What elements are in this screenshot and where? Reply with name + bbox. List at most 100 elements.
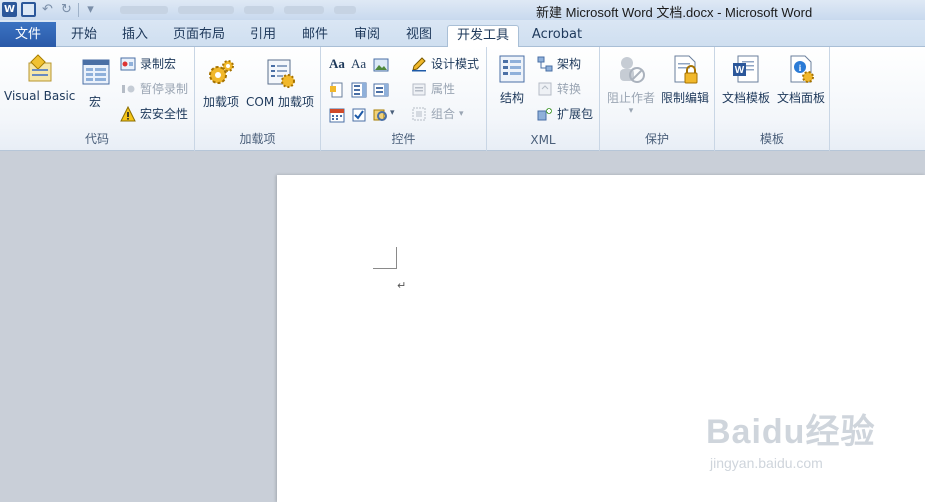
title-bar: W ↶ ↻ ▾ 新建 Microsoft Word 文档.docx - Micr… xyxy=(0,0,925,20)
tab-file[interactable]: 文件 xyxy=(0,22,56,47)
paragraph-mark: ↵ xyxy=(397,279,407,292)
schema-button[interactable]: 架构 xyxy=(537,55,581,72)
warning-icon xyxy=(120,105,136,121)
quick-access-toolbar: W ↶ ↻ ▾ xyxy=(2,2,98,17)
group-controls-button[interactable]: 组合 ▾ xyxy=(411,105,464,122)
date-picker-control-icon[interactable] xyxy=(329,107,345,123)
record-macro-icon xyxy=(120,57,136,70)
block-authors-button[interactable]: 阻止作者 ▾ xyxy=(606,53,656,116)
addins-label: 加载项 xyxy=(202,95,239,109)
group-code-label: 代码 xyxy=(84,132,109,146)
dropdown-list-control-icon[interactable] xyxy=(373,82,389,98)
combo-box-control-icon[interactable] xyxy=(351,82,367,98)
group-dropdown-icon: ▾ xyxy=(459,108,464,119)
block-authors-dropdown-icon: ▾ xyxy=(628,106,634,116)
expansion-packs-icon xyxy=(537,107,552,120)
group-protect: 阻止作者 ▾ 限制编辑 保护 xyxy=(600,47,715,151)
structure-label: 结构 xyxy=(499,91,524,105)
macros-icon xyxy=(82,59,110,85)
visual-basic-icon xyxy=(28,54,52,82)
restrict-editing-label: 限制编辑 xyxy=(660,91,709,105)
group-xml: 结构 架构 转换 扩展包 XML xyxy=(487,47,600,151)
tab-mailings[interactable]: 邮件 xyxy=(292,25,338,47)
legacy-tools-dropdown-icon[interactable]: ▾ xyxy=(390,108,395,118)
block-authors-label: 阻止作者 xyxy=(606,91,655,105)
group-icon xyxy=(412,107,426,120)
group-protect-label: 保护 xyxy=(644,132,669,146)
word-template-icon: W xyxy=(733,55,759,83)
watermark-url: jingyan.baidu.com xyxy=(710,455,823,471)
record-macro-label: 录制宏 xyxy=(140,57,177,71)
record-macro-button[interactable]: 录制宏 xyxy=(120,55,176,72)
tab-acrobat[interactable]: Acrobat xyxy=(524,25,590,47)
visual-basic-button[interactable]: Visual Basic xyxy=(4,53,76,103)
com-addins-label: COM 加载项 xyxy=(246,95,314,109)
tab-home[interactable]: 开始 xyxy=(60,25,108,47)
transform-icon xyxy=(538,82,552,95)
expansion-packs-label: 扩展包 xyxy=(557,107,594,121)
group-addins: 加载项 COM 加载项 加载项 xyxy=(195,47,321,151)
tab-view[interactable]: 视图 xyxy=(396,25,442,47)
pause-recording-label: 暂停录制 xyxy=(140,82,189,96)
tab-references[interactable]: 引用 xyxy=(240,25,286,47)
tab-review[interactable]: 审阅 xyxy=(344,25,390,47)
group-label: 组合 xyxy=(431,107,456,121)
group-templates: W 文档模板 i 文档面板 模板 xyxy=(715,47,830,151)
svg-text:W: W xyxy=(735,65,745,76)
document-template-button[interactable]: W 文档模板 xyxy=(719,53,773,106)
expansion-packs-button[interactable]: 扩展包 xyxy=(537,105,593,122)
customize-qat-icon[interactable]: ▾ xyxy=(83,2,98,17)
properties-button[interactable]: 属性 xyxy=(411,80,455,97)
group-xml-label: XML xyxy=(530,133,556,147)
redo-icon[interactable]: ↻ xyxy=(59,2,74,17)
macros-label: 宏 xyxy=(88,95,101,109)
macro-security-button[interactable]: 宏安全性 xyxy=(120,105,188,122)
word-app-icon[interactable]: W xyxy=(2,2,17,17)
qat-separator xyxy=(78,2,79,17)
picture-control-icon[interactable] xyxy=(373,57,389,73)
document-panel-button[interactable]: i 文档面板 xyxy=(775,53,827,106)
design-mode-icon xyxy=(412,56,426,71)
building-block-control-icon[interactable] xyxy=(329,82,345,98)
visual-basic-label: Visual Basic xyxy=(4,89,76,103)
margin-crop-mark xyxy=(373,247,397,269)
transform-button[interactable]: 转换 xyxy=(537,80,581,97)
ribbon: Visual Basic 宏 录制宏 暂停录制 宏安全性 代码 加载项 COM … xyxy=(0,47,925,151)
group-templates-label: 模板 xyxy=(759,132,784,146)
group-code: Visual Basic 宏 录制宏 暂停录制 宏安全性 代码 xyxy=(0,47,195,151)
pause-recording-button[interactable]: 暂停录制 xyxy=(120,80,188,97)
document-template-label: 文档模板 xyxy=(721,91,770,105)
lock-document-icon xyxy=(674,55,698,84)
structure-button[interactable]: 结构 xyxy=(495,53,529,106)
structure-icon xyxy=(499,55,525,83)
rich-text-control-button[interactable]: Aa xyxy=(329,56,345,72)
transform-label: 转换 xyxy=(557,82,582,96)
group-controls: Aa Aa ▾ 设计模式 属性 组合 ▾ 控件 xyxy=(321,47,487,151)
watermark-logo-text: Baidu经验 xyxy=(706,413,876,451)
tab-developer[interactable]: 开发工具 xyxy=(447,25,519,48)
macro-security-label: 宏安全性 xyxy=(140,107,189,121)
macros-button[interactable]: 宏 xyxy=(80,57,110,110)
document-panel-label: 文档面板 xyxy=(776,91,825,105)
baidu-watermark: Baidu经验 jingyan.baidu.com xyxy=(706,404,875,471)
schema-label: 架构 xyxy=(557,57,582,71)
blurred-tabs xyxy=(120,6,356,14)
save-icon[interactable] xyxy=(21,2,36,17)
schema-icon xyxy=(537,56,553,71)
pause-recording-icon xyxy=(122,84,135,93)
gear-icon xyxy=(209,60,234,84)
ribbon-tabs: 文件 开始 插入 页面布局 引用 邮件 审阅 视图 开发工具 Acrobat xyxy=(0,20,925,48)
tab-insert[interactable]: 插入 xyxy=(112,25,158,47)
group-controls-label: 控件 xyxy=(391,132,416,146)
plain-text-control-button[interactable]: Aa xyxy=(351,56,366,72)
restrict-editing-button[interactable]: 限制编辑 xyxy=(660,53,710,106)
checkbox-control-icon[interactable] xyxy=(351,107,367,123)
addins-button[interactable]: 加载项 xyxy=(201,57,241,110)
com-addins-button[interactable]: COM 加载项 xyxy=(243,57,317,110)
undo-icon[interactable]: ↶ xyxy=(40,2,55,17)
design-mode-button[interactable]: 设计模式 xyxy=(411,55,479,72)
document-panel-icon: i xyxy=(790,55,814,83)
tab-page-layout[interactable]: 页面布局 xyxy=(164,25,234,47)
legacy-tools-icon[interactable] xyxy=(373,107,389,123)
design-mode-label: 设计模式 xyxy=(431,57,480,71)
